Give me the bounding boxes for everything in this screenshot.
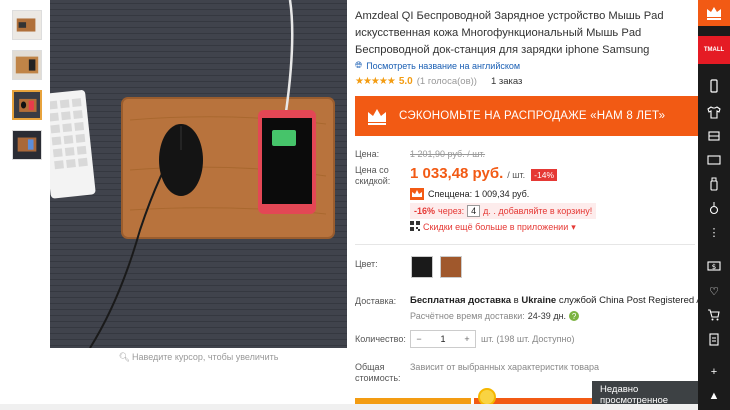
horizontal-scrollbar[interactable] xyxy=(0,404,698,410)
heart-icon[interactable]: ♡ xyxy=(706,283,722,299)
color-option-black[interactable] xyxy=(411,256,433,278)
color-label: Цвет: xyxy=(355,259,378,269)
color-option-brown[interactable] xyxy=(440,256,462,278)
bottle-icon[interactable] xyxy=(706,176,722,192)
more-icon[interactable]: ⋮ xyxy=(706,224,722,240)
right-sidebar: TMALL ⋮ $ ♡ + ▲ xyxy=(698,0,730,410)
zoom-hint: 🔍︎ Наведите курсор, чтобы увеличить xyxy=(118,352,279,362)
crown-icon xyxy=(368,109,386,125)
crown-button[interactable] xyxy=(698,0,730,26)
thumbnail-3[interactable] xyxy=(12,90,42,120)
days-counter: 4 xyxy=(467,205,481,217)
product-title: Amzdeal QI Беспроводной Зарядное устройс… xyxy=(355,10,664,56)
price-label: Цена: xyxy=(355,149,380,159)
svg-text:$: $ xyxy=(712,263,716,271)
crown-small-icon xyxy=(410,188,424,200)
delivery-option[interactable]: Бесплатная доставка в Ukraine службой Ch… xyxy=(410,295,730,306)
qr-icon xyxy=(410,221,420,233)
orders-count: 1 заказ xyxy=(490,76,523,87)
tv-icon[interactable] xyxy=(706,152,722,168)
quantity-decrease-button[interactable]: − xyxy=(411,334,427,344)
clipboard-icon[interactable] xyxy=(706,331,722,347)
special-price: Спеццена: 1 009,34 руб. xyxy=(410,188,529,200)
price-unit: / шт. xyxy=(507,170,526,180)
promo-banner[interactable]: СЭКОНОМЬТЕ НА РАСПРОДАЖЕ «НАМ 8 ЛЕТ» xyxy=(355,96,698,136)
thumbnail-list xyxy=(12,10,44,170)
thumbnail-2[interactable] xyxy=(12,50,42,80)
thumbnail-1[interactable] xyxy=(12,10,42,40)
quantity-label: Количество: xyxy=(355,334,406,344)
discount-badge: -14% xyxy=(531,169,557,181)
crown-icon xyxy=(707,7,721,20)
total-label: Общая стоимость: xyxy=(355,362,401,383)
rating-value: 5.0 xyxy=(398,76,413,87)
phone-icon[interactable] xyxy=(706,78,722,94)
delivery-label: Доставка: xyxy=(355,296,397,306)
old-price: 1 201,90 руб. / шт. xyxy=(410,149,486,159)
help-icon[interactable]: ? xyxy=(569,311,580,321)
quantity-increase-button[interactable]: + xyxy=(459,334,475,344)
plus-icon[interactable]: + xyxy=(706,364,722,380)
quantity-stepper: − 1 + xyxy=(410,330,476,348)
rating-row: ★★★★★ 5.0 (1 голоса(ов)) 1 заказ xyxy=(355,76,522,87)
promo-text: СЭКОНОМЬТЕ НА РАСПРОДАЖЕ «НАМ 8 ЛЕТ» xyxy=(399,110,666,122)
quantity-available: шт. (198 шт. Доступно) xyxy=(481,334,575,344)
divider xyxy=(355,244,695,245)
quantity-input[interactable]: 1 xyxy=(427,334,459,344)
tmall-button[interactable]: TMALL xyxy=(698,36,730,64)
cart-offer: -16% через: 4 д. . добавляйте в корзину! xyxy=(410,203,597,219)
shirt-icon[interactable] xyxy=(706,104,722,120)
app-discount-link[interactable]: Скидки ещё больше в приложении ▾ xyxy=(410,221,576,233)
chevron-down-icon: ▾ xyxy=(571,221,576,232)
magnifier-icon: 🔍︎ xyxy=(118,352,131,362)
bottle-baby-icon[interactable] xyxy=(706,200,722,216)
furniture-icon[interactable] xyxy=(706,128,722,144)
product-main-image[interactable] xyxy=(50,0,347,348)
price-row: 1 033,48 руб. / шт. -14% xyxy=(410,165,557,182)
current-price: 1 033,48 руб. xyxy=(410,165,504,182)
thumbnail-4[interactable] xyxy=(12,130,42,160)
rating-votes-link[interactable]: (1 голоса(ов)) xyxy=(417,76,477,87)
chevron-up-icon[interactable]: ▲ xyxy=(706,388,722,404)
coupon-icon[interactable]: $ xyxy=(706,258,722,274)
delivery-time: Расчётное время доставки: 24-39 дн. ? xyxy=(410,311,580,321)
translate-link[interactable]: 🌐︎ Посмотреть название на английском xyxy=(355,60,520,71)
total-note: Зависит от выбранных характеристик товар… xyxy=(410,362,599,372)
cart-icon[interactable] xyxy=(706,307,722,323)
discount-price-label: Цена со скидкой: xyxy=(355,165,391,186)
rating-stars: ★★★★★ xyxy=(355,76,396,87)
translate-icon: 🌐︎ xyxy=(355,60,363,70)
